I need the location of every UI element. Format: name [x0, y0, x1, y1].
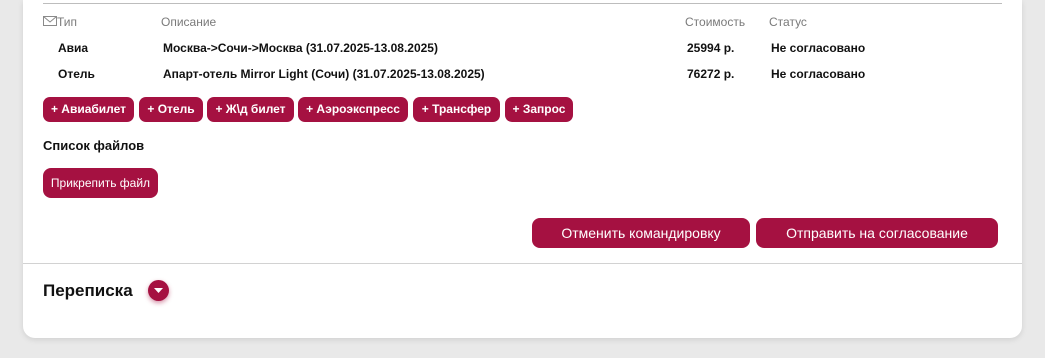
- cancel-trip-button[interactable]: Отменить командировку: [532, 218, 750, 248]
- row-type: Отель: [58, 67, 95, 81]
- header-status: Статус: [769, 15, 807, 29]
- chevron-down-icon: [154, 288, 163, 293]
- add-train-button[interactable]: + Ж\д билет: [207, 97, 294, 122]
- submit-approval-button[interactable]: Отправить на согласование: [756, 218, 998, 248]
- row-status: Не согласовано: [771, 41, 866, 55]
- correspondence-title: Переписка: [43, 281, 133, 300]
- row-type: Авиа: [58, 41, 89, 55]
- header-description: Описание: [161, 15, 217, 29]
- add-transfer-button[interactable]: + Трансфер: [413, 97, 500, 122]
- section-divider: [23, 263, 1022, 264]
- add-flight-button[interactable]: + Авиабилет: [43, 97, 134, 122]
- add-aeroexpress-button[interactable]: + Аэроэкспресс: [298, 97, 408, 122]
- row-cost: 76272 р.: [687, 67, 735, 81]
- attach-file-button[interactable]: Прикрепить файл: [43, 168, 158, 198]
- header-type: Тип: [57, 15, 78, 29]
- add-request-button[interactable]: + Запрос: [505, 97, 573, 122]
- row-description[interactable]: Апарт-отель Mirror Light (Сочи) (31.07.2…: [163, 67, 485, 81]
- add-hotel-button[interactable]: + Отель: [139, 97, 203, 122]
- header-cost: Стоимость: [685, 15, 746, 29]
- row-status: Не согласовано: [771, 67, 866, 81]
- files-section-title: Список файлов: [43, 138, 145, 153]
- row-description[interactable]: Москва->Сочи->Москва (31.07.2025-13.08.2…: [163, 41, 438, 55]
- envelope-icon: [43, 16, 57, 26]
- row-cost: 25994 р.: [687, 41, 735, 55]
- correspondence-toggle-button[interactable]: [148, 280, 169, 301]
- table-top-border: [43, 3, 1002, 4]
